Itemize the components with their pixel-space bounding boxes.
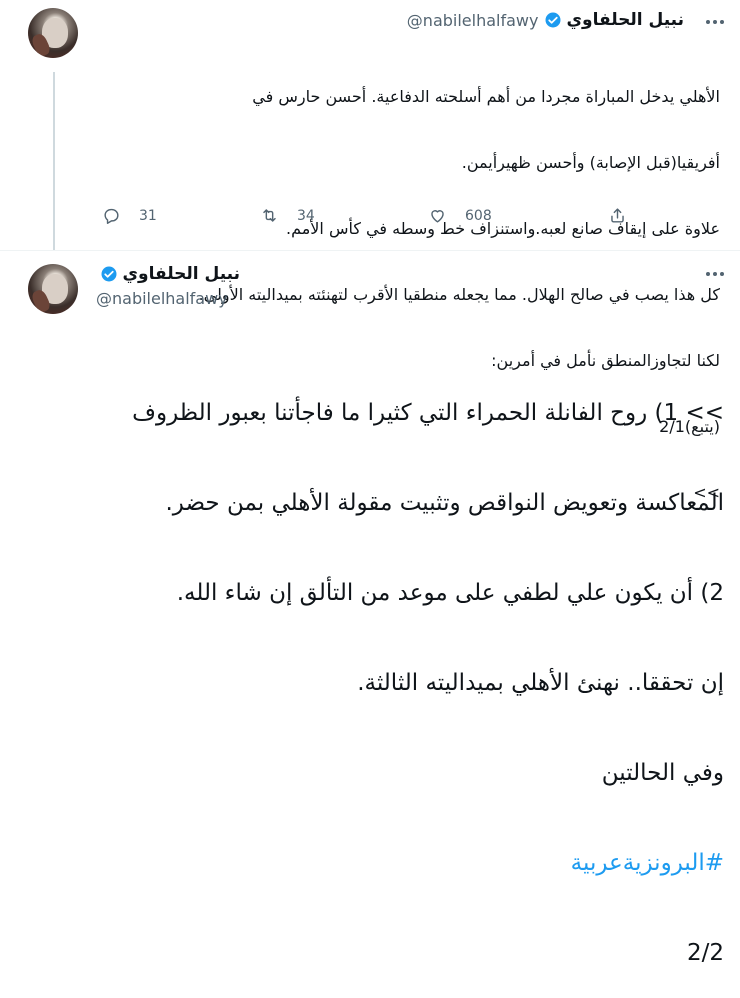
tweet-line: >> 1) روح الفانلة الحمراء التي كثيرا ما …: [132, 400, 724, 426]
like-button[interactable]: 608: [428, 206, 492, 225]
verified-icon: [545, 12, 561, 28]
avatar[interactable]: [28, 264, 78, 314]
tweet-line: 2/2: [686, 940, 724, 966]
retweet-button[interactable]: 34: [260, 206, 315, 225]
hashtag-line: #البرونزيةعربية: [28, 848, 724, 878]
tweet-line: الأهلي يدخل المباراة مجردا من أهم أسلحته…: [252, 87, 720, 106]
tweet-line: إن تحققا.. نهنئ الأهلي بميداليته الثالثة…: [357, 670, 724, 696]
reply-button[interactable]: 31: [102, 206, 157, 225]
tweet2-header: نبيل الحلفاوي: [100, 264, 240, 284]
tweet1-actions: 31 34 608: [0, 206, 740, 230]
user-handle[interactable]: @nabilelhalfawy: [96, 289, 228, 308]
user-handle[interactable]: @nabilelhalfawy: [407, 11, 539, 30]
hashtag-link[interactable]: #البرونزيةعربية: [571, 850, 724, 876]
more-icon[interactable]: [706, 20, 724, 26]
reply-icon: [104, 208, 119, 224]
tweet2-text: >> 1) روح الفانلة الحمراء التي كثيرا ما …: [28, 338, 724, 998]
display-name[interactable]: نبيل الحلفاوي: [122, 264, 240, 284]
tweet-line: المعاكسة وتعويض النواقص وتثبيت مقولة الأ…: [165, 490, 724, 516]
like-count: 608: [465, 207, 492, 224]
tweet-line: وفي الحالتين: [601, 760, 724, 786]
share-button[interactable]: [608, 206, 645, 225]
tweet1-header: نبيل الحلفاوي @nabilelhalfawy: [407, 10, 684, 30]
reply-count: 31: [139, 207, 157, 224]
divider: [0, 250, 740, 251]
more-icon[interactable]: [706, 272, 724, 278]
verified-icon: [101, 266, 117, 282]
retweet-icon: [263, 209, 276, 222]
like-icon: [431, 210, 444, 223]
retweet-count: 34: [297, 207, 315, 224]
tweet-line: أفريقيا(قبل الإصابة) وأحسن ظهيرأيمن.: [461, 153, 720, 172]
share-icon: [611, 208, 624, 223]
tweet-line: 2) أن يكون علي لطفي على موعد من التألق إ…: [176, 580, 724, 606]
display-name[interactable]: نبيل الحلفاوي: [566, 10, 684, 30]
